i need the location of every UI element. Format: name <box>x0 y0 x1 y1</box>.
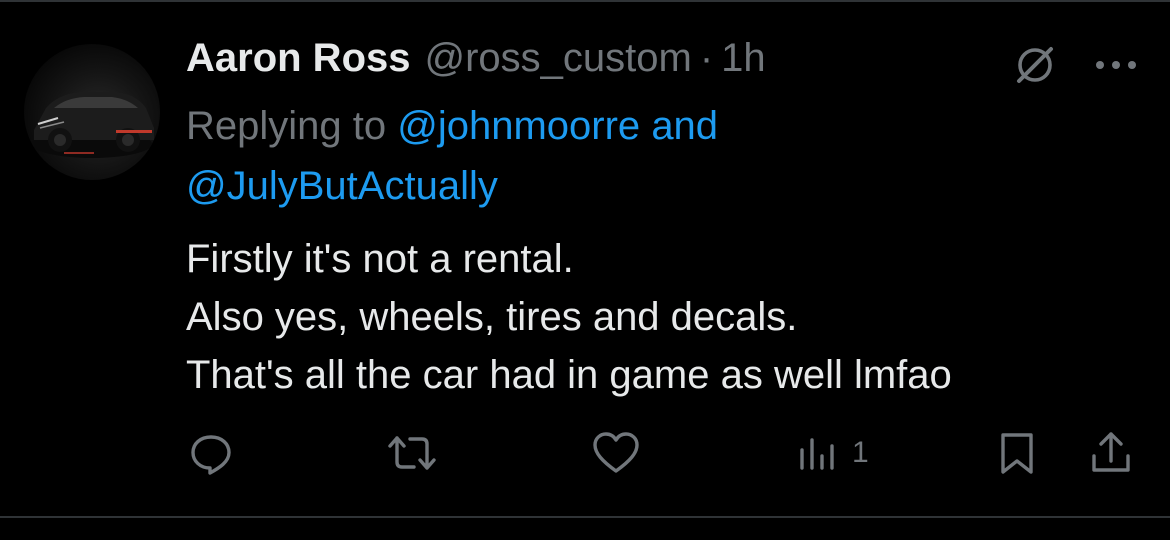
retweet-icon <box>388 436 436 470</box>
views-button[interactable]: 1 <box>796 428 869 478</box>
tweet-top-actions <box>1010 40 1138 90</box>
tweet-text-line: Firstly it's not a rental. <box>186 237 574 281</box>
reply-icon <box>191 435 231 475</box>
tweet-action-bar: 1 <box>0 428 1170 478</box>
avatar-car-image <box>32 92 154 158</box>
share-button[interactable] <box>1086 428 1136 478</box>
timestamp[interactable]: 1h <box>721 36 766 81</box>
replying-prefix: Replying to <box>186 104 387 148</box>
mention-link-2[interactable]: @JulyButActually <box>186 164 498 208</box>
grok-icon[interactable] <box>1010 40 1060 90</box>
tweet-text: Firstly it's not a rental. Also yes, whe… <box>186 230 1126 404</box>
tweet-header: Aaron Ross @ross_custom · 1h <box>186 36 766 86</box>
tweet-text-line: Also yes, wheels, tires and decals. <box>186 295 798 339</box>
top-divider <box>0 0 1170 2</box>
retweet-button[interactable] <box>384 428 440 478</box>
bookmark-icon <box>1001 433 1033 474</box>
separator-dot: · <box>699 36 714 80</box>
views-count: 1 <box>852 436 869 469</box>
heart-icon <box>593 432 639 473</box>
bookmark-button[interactable] <box>994 428 1040 478</box>
replying-conjunction: and <box>651 104 719 148</box>
reply-button[interactable] <box>186 428 236 478</box>
tweet-text-line: That's all the car had in game as well l… <box>186 353 952 397</box>
author-handle[interactable]: @ross_custom <box>425 36 692 81</box>
replying-to: Replying to @johnmoorre and @JulyButActu… <box>186 96 1086 216</box>
avatar[interactable] <box>24 44 160 180</box>
more-icon[interactable] <box>1094 58 1138 72</box>
share-icon <box>1092 432 1130 472</box>
mention-link-1[interactable]: @johnmoorre <box>397 104 640 148</box>
bottom-divider <box>0 516 1170 518</box>
like-button[interactable] <box>590 428 642 478</box>
analytics-icon <box>800 438 834 470</box>
author-name[interactable]: Aaron Ross <box>186 36 411 81</box>
